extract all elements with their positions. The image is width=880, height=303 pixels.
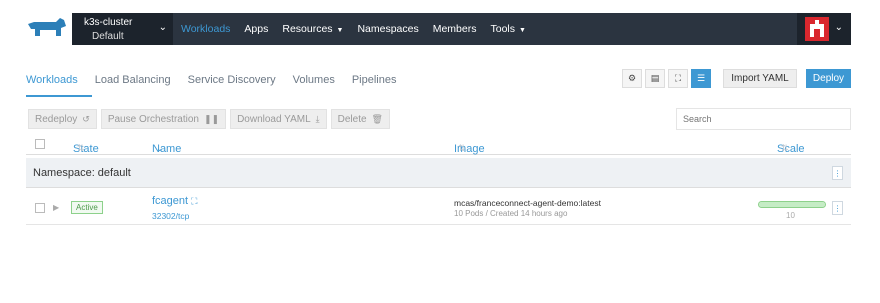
avatar: [805, 17, 829, 41]
status-badge: Active: [71, 201, 103, 214]
nav-namespaces[interactable]: Namespaces: [357, 23, 418, 35]
view-mode-buttons: ⚙ ▤ ⛶ ☰: [622, 69, 714, 88]
pause-orchestration-label: Pause Orchestration: [107, 113, 199, 125]
top-navbar: k3s-cluster Default ⌄ Workloads Apps Res…: [22, 13, 851, 45]
nav-apps[interactable]: Apps: [244, 23, 268, 35]
search-input[interactable]: [676, 108, 851, 130]
table-header: State ⇅ Name ⌄ Image ⇅ Scale ⇅: [26, 135, 851, 155]
download-yaml-button[interactable]: Download YAML ⤓: [230, 109, 327, 129]
list-icon[interactable]: ▤: [645, 69, 665, 88]
tab-workloads[interactable]: Workloads: [26, 68, 78, 96]
nav-resources[interactable]: Resources ▼: [282, 23, 343, 35]
download-icon: ⤓: [315, 113, 320, 124]
row-checkbox[interactable]: [35, 203, 45, 213]
tab-load-balancing[interactable]: Load Balancing: [95, 68, 171, 96]
endpoint-link[interactable]: 32302/tcp: [152, 211, 189, 221]
project-name: Default: [92, 31, 124, 42]
sort-icon: ⇅: [77, 143, 85, 153]
workload-type-icon: ⛶: [191, 196, 198, 206]
redeploy-icon: ↺: [82, 113, 90, 124]
nav-workloads[interactable]: Workloads: [181, 23, 230, 35]
tab-volumes[interactable]: Volumes: [293, 68, 335, 96]
nav-tools[interactable]: Tools ▼: [490, 23, 525, 35]
delete-label: Delete: [337, 113, 367, 125]
download-yaml-label: Download YAML: [237, 113, 311, 125]
sort-desc-icon: ⌄: [156, 143, 164, 153]
pause-icon: ❚❚: [203, 113, 220, 124]
rancher-cow-icon: [28, 18, 66, 36]
scale-progress-fill: [759, 202, 825, 207]
user-menu[interactable]: ⌄: [797, 13, 851, 45]
scale-value: 10: [786, 211, 795, 220]
chevron-down-icon: ⌄: [834, 22, 843, 33]
node-icon[interactable]: ⛶: [668, 69, 688, 88]
cluster-name: k3s-cluster: [84, 17, 133, 28]
trash-icon: 🗑: [371, 113, 383, 124]
select-all-checkbox[interactable]: [35, 139, 45, 149]
workload-meta: 10 Pods / Created 14 hours ago: [454, 209, 568, 218]
expand-row-icon[interactable]: ▶: [53, 203, 59, 212]
table-row: ▶ Active fcagent ⛶ 32302/tcp mcas/francec…: [26, 191, 851, 225]
bulk-actions: Redeploy ↺ Pause Orchestration ❚❚ Download…: [28, 109, 394, 129]
redeploy-label: Redeploy: [35, 113, 78, 125]
scale-progress-bar: [758, 201, 826, 208]
chevron-down-icon: ▼: [334, 27, 344, 34]
tab-service-discovery[interactable]: Service Discovery: [188, 68, 276, 96]
chevron-down-icon: ▼: [517, 27, 526, 34]
namespace-group-row: Namespace: default ⋮: [26, 158, 851, 188]
rancher-logo[interactable]: [22, 13, 72, 45]
sort-icon: ⇅: [781, 143, 789, 153]
tab-pipelines[interactable]: Pipelines: [352, 68, 397, 96]
import-yaml-button[interactable]: Import YAML: [723, 69, 797, 88]
cluster-switcher[interactable]: k3s-cluster Default ⌄: [72, 13, 173, 45]
nav-members[interactable]: Members: [433, 23, 477, 35]
redeploy-button[interactable]: Redeploy ↺: [28, 109, 97, 129]
workload-tabs: Workloads Load Balancing Service Discove…: [26, 68, 413, 96]
pause-orchestration-button[interactable]: Pause Orchestration ❚❚: [100, 109, 227, 129]
delete-button[interactable]: Delete 🗑: [330, 109, 390, 129]
chevron-down-icon: ⌄: [158, 22, 167, 33]
namespace-label: Namespace: default: [33, 167, 131, 179]
namespace-actions-menu[interactable]: ⋮: [832, 166, 843, 180]
nav-resources-label: Resources: [282, 23, 333, 35]
deploy-button[interactable]: Deploy: [806, 69, 851, 88]
active-tab-indicator: [26, 95, 92, 97]
nav-tools-label: Tools: [490, 23, 515, 35]
sort-icon: ⇅: [458, 143, 466, 153]
group-icon[interactable]: ☰: [691, 69, 711, 88]
workload-image: mcas/franceconnect-agent-demo:latest: [454, 198, 601, 208]
workload-name: fcagent: [152, 195, 189, 207]
workload-name-link[interactable]: fcagent ⛶: [152, 195, 197, 207]
row-actions-menu[interactable]: ⋮: [832, 201, 843, 215]
user-avatar-icon: [810, 20, 824, 37]
gear-icon[interactable]: ⚙: [622, 69, 642, 88]
